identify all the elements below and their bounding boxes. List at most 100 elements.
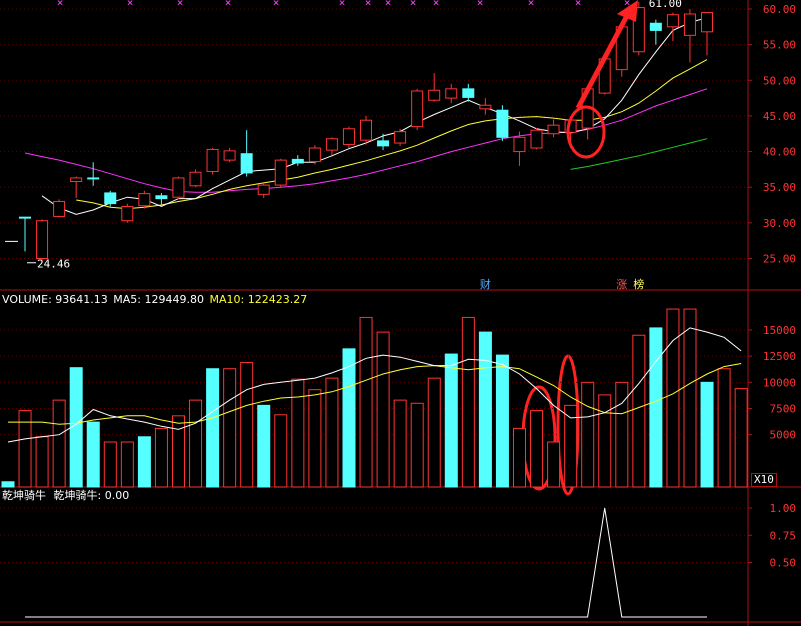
top-marker: × <box>385 0 392 9</box>
candle-body <box>496 109 509 138</box>
top-marker: × <box>177 0 184 9</box>
ma-green-line <box>570 138 708 170</box>
top-marker: × <box>127 0 134 9</box>
volume-unit: X10 <box>754 473 774 486</box>
indicator-tick-label: 1.00 <box>770 502 797 515</box>
candle-body <box>53 200 66 217</box>
volume-bar <box>666 308 680 488</box>
indicator-name-2: 乾坤骑牛: <box>53 489 102 502</box>
candle-body <box>377 140 390 147</box>
ma-white-line <box>41 17 708 215</box>
ma10-value: 122423.27 <box>247 293 308 306</box>
volume-bar <box>478 331 492 488</box>
top-marker: × <box>575 0 582 9</box>
volume-bar <box>649 327 663 488</box>
candle-body <box>342 128 355 145</box>
price-tick-label: 40.00 <box>763 146 796 159</box>
volume-bar <box>325 377 339 488</box>
candle-body <box>36 220 49 259</box>
candle-body <box>411 90 424 128</box>
candle-body <box>479 104 492 110</box>
top-marker: × <box>273 0 280 9</box>
top-marker: × <box>433 0 440 9</box>
candle-body <box>547 124 560 135</box>
volume-bar <box>717 368 731 488</box>
candle-body <box>274 159 287 186</box>
volume-bar-series <box>1 308 748 488</box>
top-marker: × <box>365 0 372 9</box>
price-tick-label: 35.00 <box>763 181 796 194</box>
volume-bar <box>683 308 697 488</box>
indicator-value: 0.00 <box>104 489 130 502</box>
price-tick-label: 60.00 <box>763 3 796 16</box>
top-marker: × <box>477 0 484 9</box>
volume-bar <box>308 389 322 488</box>
volume-bar <box>393 399 407 488</box>
volume-bar <box>52 399 66 488</box>
volume-bar <box>240 361 254 488</box>
candle-body <box>530 129 543 149</box>
volume-tick-label: 10000 <box>763 376 796 389</box>
indicator-y-axis: 1.00 0.75 0.50 <box>0 502 796 570</box>
candle-body <box>308 147 321 163</box>
candle-body <box>325 138 338 151</box>
volume-bar <box>734 388 748 488</box>
candle-body <box>666 14 679 28</box>
volume-bar <box>189 399 203 488</box>
volume-unit-badge: X10 <box>751 473 777 487</box>
top-marker: × <box>410 0 417 9</box>
event-marker: 涨 <box>616 278 627 291</box>
candle-body <box>462 88 475 98</box>
volume-bar <box>530 410 544 488</box>
volume-label: VOLUME: <box>2 293 52 306</box>
stock-chart: × × × × × × × × × × × × × × 60.0055.0050.0045.0040.00… <box>0 0 801 626</box>
indicator-tick-label: 0.50 <box>770 557 797 570</box>
volume-bar <box>410 402 424 488</box>
candle-body <box>87 177 100 180</box>
price-tick-label: 25.00 <box>763 253 796 266</box>
volume-ma10-line <box>8 363 742 425</box>
volume-bar <box>172 415 185 488</box>
volume-bar <box>274 414 288 488</box>
candle-body <box>240 153 253 174</box>
price-high-label: 61.00 <box>649 0 682 10</box>
volume-bar <box>581 381 595 488</box>
volume-bar <box>342 348 356 488</box>
top-marker: × <box>528 0 535 9</box>
top-marker: × <box>339 0 346 9</box>
top-marker: × <box>225 0 232 9</box>
candle-body <box>360 119 372 141</box>
volume-bar <box>513 427 526 488</box>
price-tick-label: 55.00 <box>763 39 796 52</box>
volume-bar <box>547 441 561 488</box>
chart-frame: × × × × × × × × × × × × × × <box>0 0 801 626</box>
candle-body <box>445 88 458 99</box>
indicator-name: 乾坤骑牛 <box>2 489 46 502</box>
candle-body <box>649 22 662 31</box>
candle-body <box>701 12 713 33</box>
candle-body <box>19 216 31 219</box>
indicator-readout: 乾坤骑牛 乾坤骑牛: 0.00 <box>2 490 129 502</box>
candle-body <box>155 195 168 200</box>
event-marker: 榜 <box>633 277 644 291</box>
volume-bar <box>359 316 373 488</box>
candle-body <box>172 177 185 198</box>
volume-tick-label: 12500 <box>763 350 796 363</box>
candle-body <box>138 193 151 207</box>
ma10-label: MA10: <box>209 293 245 306</box>
volume-readout: VOLUME: 93641.13 MA5: 129449.80 MA10: 12… <box>2 294 307 306</box>
event-marker: 财 <box>480 277 491 291</box>
volume-bar <box>444 353 458 488</box>
indicator-tick-label: 0.75 <box>770 529 797 542</box>
candle-body <box>394 131 407 144</box>
candle-body <box>428 89 441 101</box>
volume-tick-label: 5000 <box>770 429 797 442</box>
top-marker: × <box>57 0 64 9</box>
volume-bar <box>427 377 441 488</box>
volume-bar <box>1 481 15 488</box>
volume-bar <box>632 334 646 488</box>
ma5-label: MA5: <box>113 293 142 306</box>
volume-bar <box>206 368 220 488</box>
candle-body <box>206 148 219 173</box>
volume-bar <box>154 427 168 488</box>
